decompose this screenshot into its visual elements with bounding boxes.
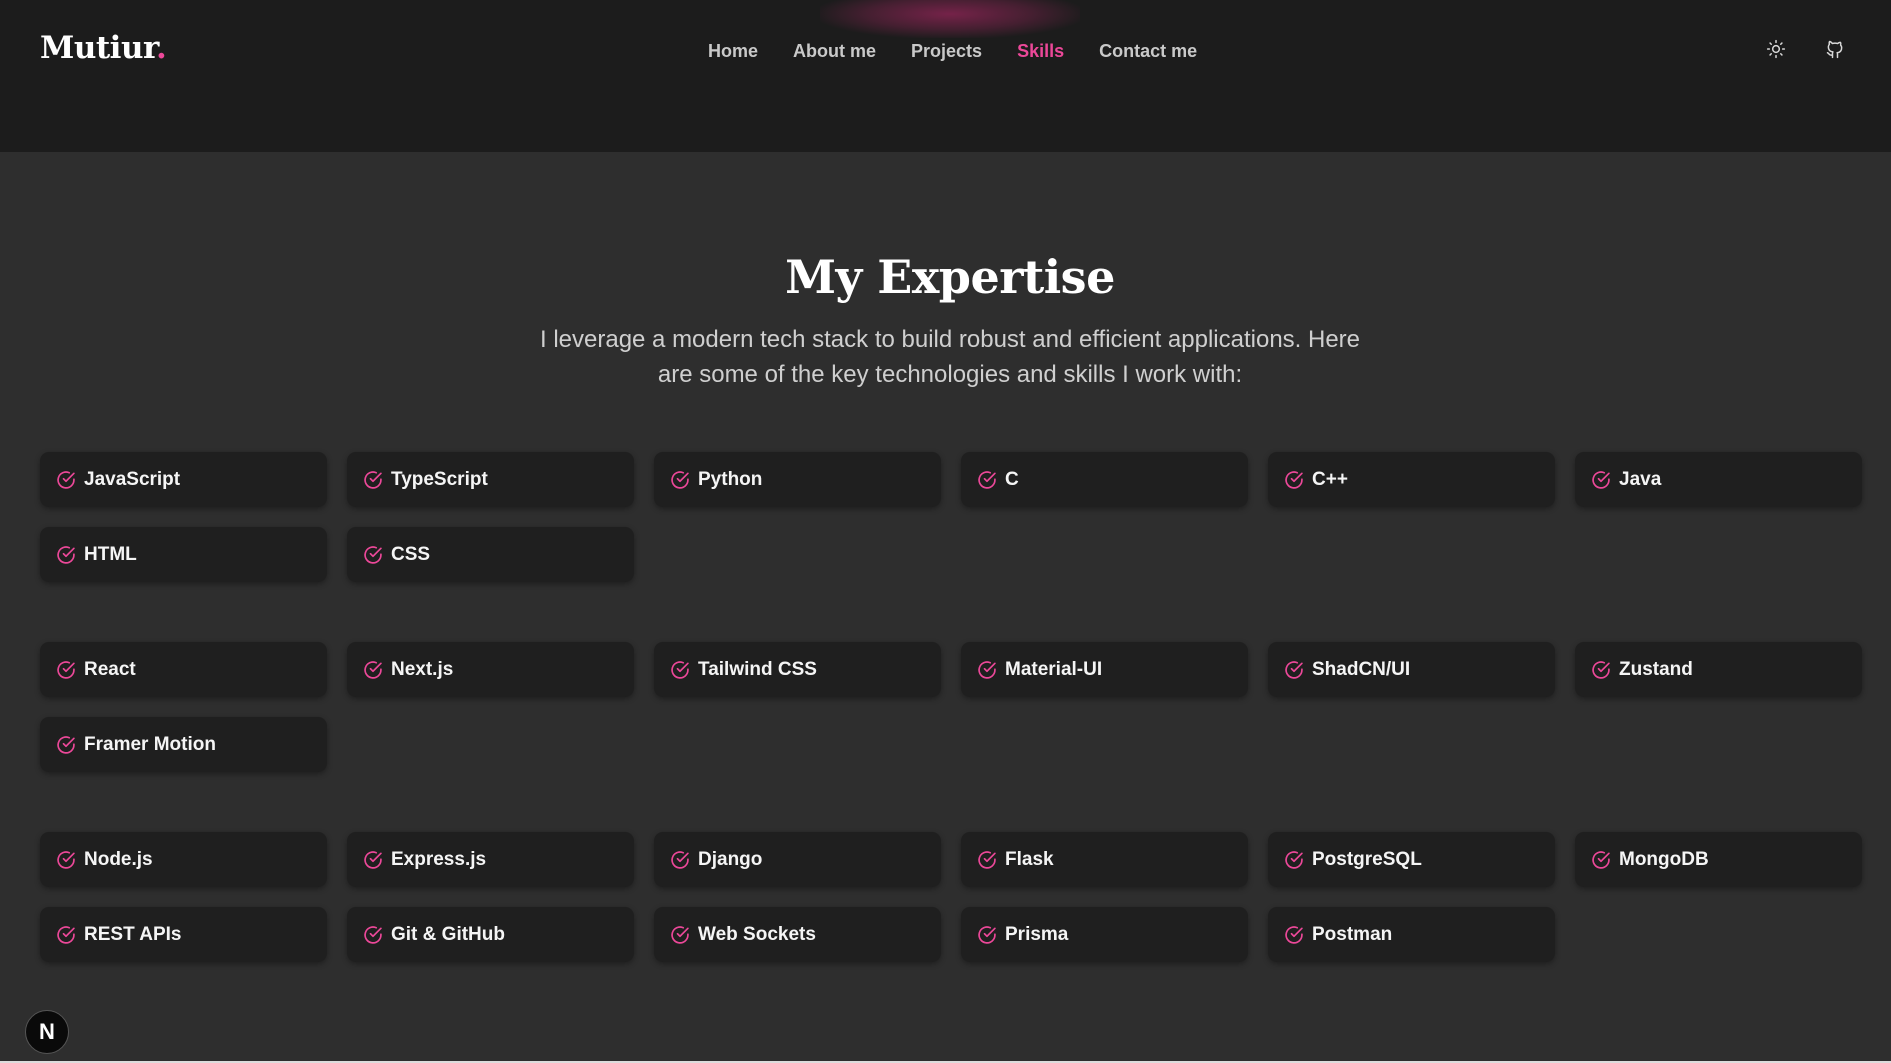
skill-card: Git & GitHub <box>347 907 634 962</box>
skill-card: Django <box>654 832 941 887</box>
skill-card: PostgreSQL <box>1268 832 1555 887</box>
skill-card: React <box>40 642 327 697</box>
site-header: Mutiur. Home About me Projects Skills Co… <box>0 0 1891 152</box>
section-subtitle: I leverage a modern tech stack to build … <box>539 326 1361 388</box>
check-circle-icon <box>1283 924 1304 945</box>
check-circle-icon <box>669 924 690 945</box>
nav-projects[interactable]: Projects <box>911 41 982 62</box>
skill-card: ShadCN/UI <box>1268 642 1555 697</box>
sun-icon[interactable] <box>1764 37 1788 61</box>
skill-card: Node.js <box>40 832 327 887</box>
skills-group-frontend: React Next.js Tailwind CSS Material-UI ShadC… <box>40 642 1862 772</box>
header-glow <box>820 0 1080 38</box>
check-circle-icon <box>1283 659 1304 680</box>
check-circle-icon <box>976 469 997 490</box>
skill-label: Next.js <box>391 658 454 680</box>
check-circle-icon <box>976 849 997 870</box>
skill-label: Framer Motion <box>84 733 216 755</box>
skill-label: C++ <box>1312 468 1348 490</box>
skill-card: TypeScript <box>347 452 634 507</box>
skill-label: React <box>84 658 136 680</box>
check-circle-icon <box>1283 849 1304 870</box>
skill-card: Express.js <box>347 832 634 887</box>
skill-card: Python <box>654 452 941 507</box>
skill-label: Node.js <box>84 848 153 870</box>
check-circle-icon <box>362 659 383 680</box>
skill-card: Web Sockets <box>654 907 941 962</box>
skill-label: ShadCN/UI <box>1312 658 1411 680</box>
check-circle-icon <box>55 924 76 945</box>
nav-skills[interactable]: Skills <box>1017 41 1064 62</box>
skill-label: Flask <box>1005 848 1054 870</box>
check-circle-icon <box>669 659 690 680</box>
skill-card: JavaScript <box>40 452 327 507</box>
skill-label: Prisma <box>1005 923 1069 945</box>
check-circle-icon <box>1590 469 1611 490</box>
check-circle-icon <box>362 924 383 945</box>
skill-card: MongoDB <box>1575 832 1862 887</box>
skill-label: Postman <box>1312 923 1393 945</box>
skill-card: Prisma <box>961 907 1248 962</box>
check-circle-icon <box>1283 469 1304 490</box>
skill-card: CSS <box>347 527 634 582</box>
skill-label: Tailwind CSS <box>698 658 817 680</box>
skill-label: PostgreSQL <box>1312 848 1422 870</box>
check-circle-icon <box>362 469 383 490</box>
skill-label: REST APIs <box>84 923 182 945</box>
skill-card: Material-UI <box>961 642 1248 697</box>
skill-label: HTML <box>84 543 137 565</box>
github-icon[interactable] <box>1823 37 1847 61</box>
skill-card: Flask <box>961 832 1248 887</box>
logo-text: Mutiur <box>40 30 156 66</box>
skill-label: MongoDB <box>1619 848 1709 870</box>
skill-label: Zustand <box>1619 658 1693 680</box>
logo[interactable]: Mutiur. <box>40 30 167 66</box>
skill-label: CSS <box>391 543 431 565</box>
check-circle-icon <box>976 659 997 680</box>
check-circle-icon <box>55 734 76 755</box>
skill-label: TypeScript <box>391 468 488 490</box>
skills-group-languages: JavaScript TypeScript Python C C++ Java HTML CS… <box>40 452 1862 582</box>
check-circle-icon <box>362 544 383 565</box>
skill-label: Java <box>1619 468 1662 490</box>
skill-card: C <box>961 452 1248 507</box>
check-circle-icon <box>1590 659 1611 680</box>
skill-label: Git & GitHub <box>391 923 505 945</box>
check-circle-icon <box>55 659 76 680</box>
skill-card: Java <box>1575 452 1862 507</box>
check-circle-icon <box>976 924 997 945</box>
main-nav: Home About me Projects Skills Contact me <box>708 38 1197 64</box>
skill-label: Express.js <box>391 848 487 870</box>
nav-contact[interactable]: Contact me <box>1099 41 1197 62</box>
check-circle-icon <box>669 849 690 870</box>
check-circle-icon <box>362 849 383 870</box>
skill-card: HTML <box>40 527 327 582</box>
skill-label: C <box>1005 468 1019 490</box>
skill-card: C++ <box>1268 452 1555 507</box>
skill-card: REST APIs <box>40 907 327 962</box>
skill-card: Next.js <box>347 642 634 697</box>
check-circle-icon <box>669 469 690 490</box>
skill-card: Framer Motion <box>40 717 327 772</box>
logo-dot: . <box>155 30 167 66</box>
skill-card: Zustand <box>1575 642 1862 697</box>
section-title: My Expertise <box>785 250 1115 304</box>
nav-about[interactable]: About me <box>793 41 876 62</box>
skill-label: Django <box>698 848 763 870</box>
nextjs-dev-badge[interactable]: N <box>25 1010 69 1054</box>
skill-label: JavaScript <box>84 468 181 490</box>
check-circle-icon <box>55 849 76 870</box>
skill-label: Python <box>698 468 763 490</box>
skill-card: Tailwind CSS <box>654 642 941 697</box>
skill-card: Postman <box>1268 907 1555 962</box>
skills-group-backend: Node.js Express.js Django Flask PostgreSQL Mo… <box>40 832 1862 962</box>
check-circle-icon <box>55 469 76 490</box>
skill-label: Web Sockets <box>698 923 816 945</box>
nav-home[interactable]: Home <box>708 41 758 62</box>
check-circle-icon <box>1590 849 1611 870</box>
check-circle-icon <box>55 544 76 565</box>
skill-label: Material-UI <box>1005 658 1103 680</box>
